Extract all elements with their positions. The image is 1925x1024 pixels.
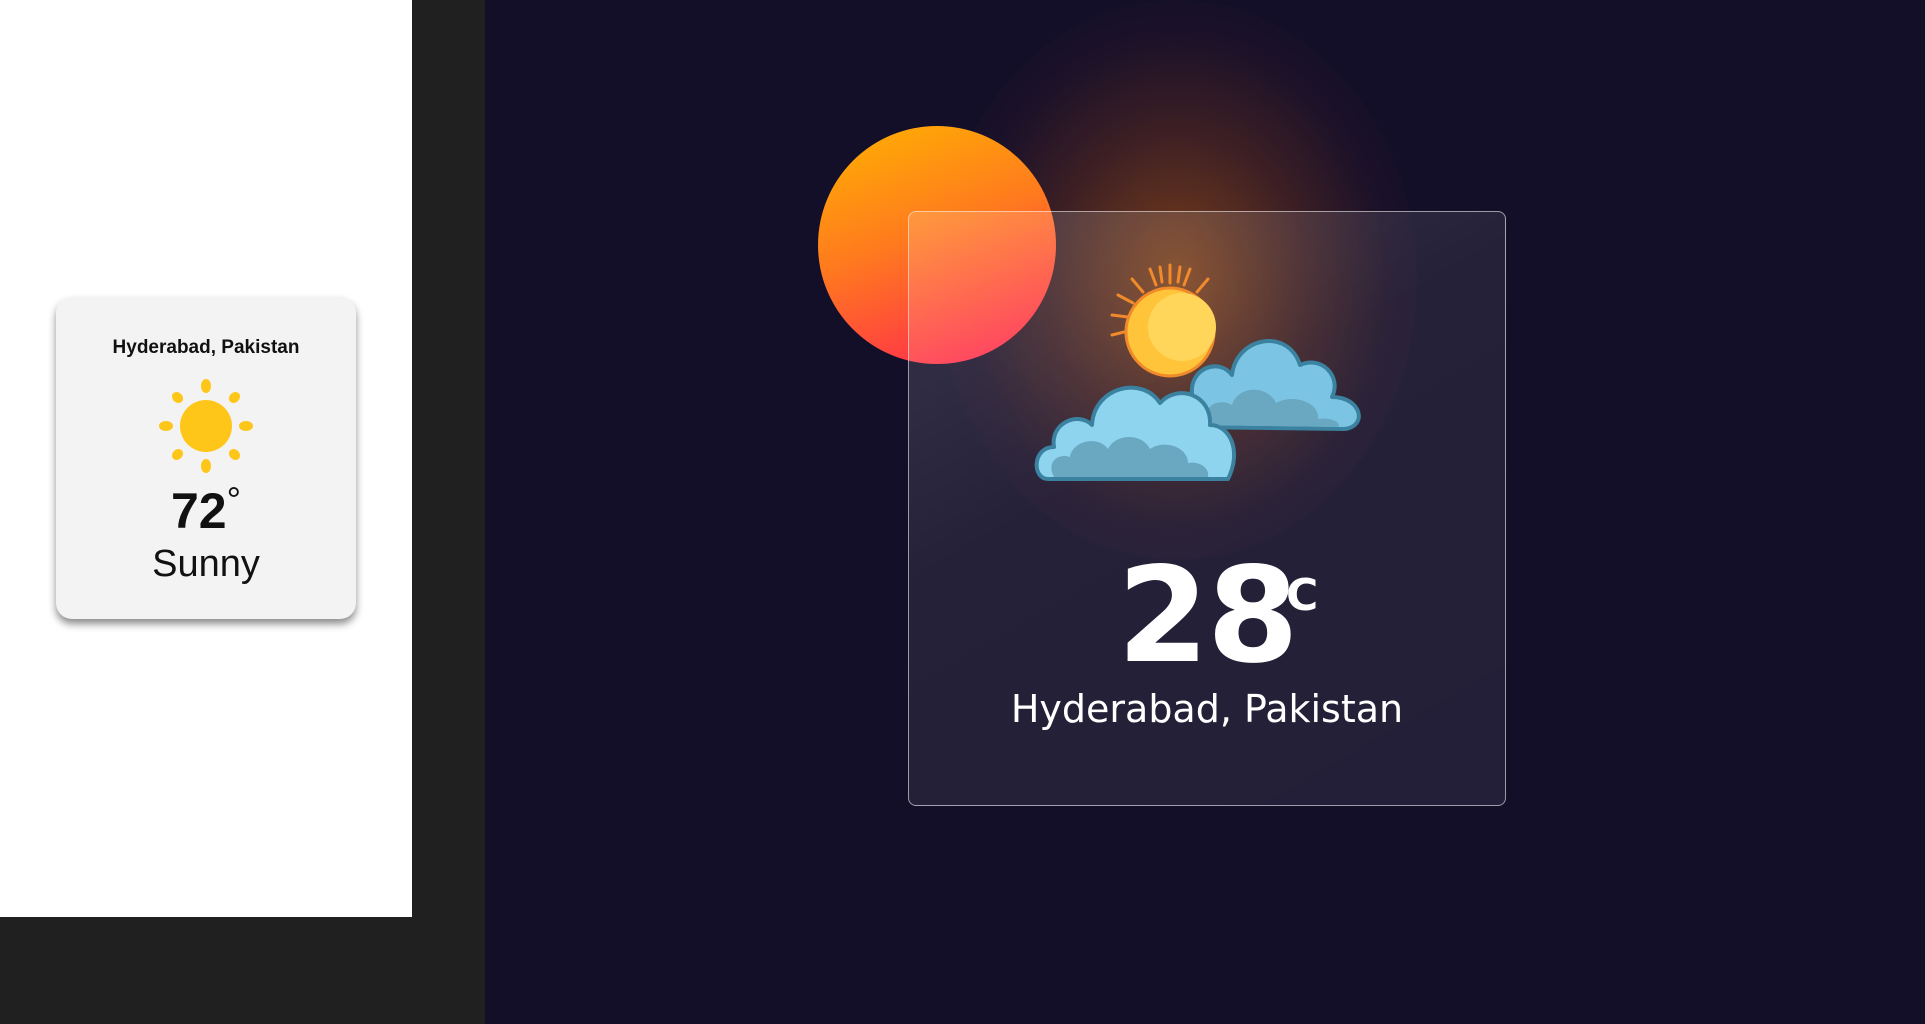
temperature-value: 72° (56, 482, 356, 539)
temperature-number: 72 (170, 483, 227, 539)
night-scene: 28 °C Hyderabad, Pakistan (485, 0, 1925, 1024)
sun-icon (159, 379, 253, 473)
temperature-value: 28 (1117, 539, 1299, 693)
city-label: Hyderabad, Pakistan (1010, 687, 1404, 731)
condition-label: Sunny (152, 543, 260, 585)
city-label: Hyderabad, Pakistan (112, 337, 300, 358)
preview-panel: Hyderabad, Pakistan 72° Sunny (0, 0, 412, 917)
degree-symbol: ° (226, 479, 242, 520)
temperature-unit: °C (1264, 570, 1319, 621)
partly-cloudy-icon (1034, 263, 1361, 481)
weather-card-light: Hyderabad, Pakistan 72° Sunny (56, 297, 356, 619)
weather-card-glass: 28 °C Hyderabad, Pakistan (908, 211, 1506, 806)
